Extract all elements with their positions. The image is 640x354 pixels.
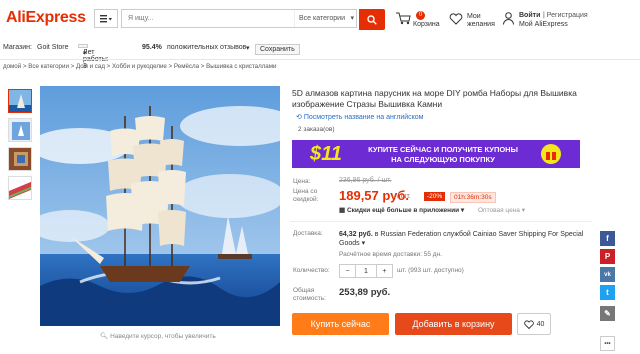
heart-icon[interactable] (449, 13, 463, 27)
chevron-down-icon: ▾ (350, 15, 354, 22)
wishlist-label-2: желания (467, 21, 495, 28)
translate-link[interactable]: ⟲ Посмотреть название на английском (296, 113, 424, 121)
header: AliExpress Все категории ▾ 0 Корзина Мои… (0, 0, 640, 38)
chevron-down-icon: ▾ (459, 207, 465, 214)
wholesale-label: Оптовая цена (478, 207, 520, 214)
wishlist-label-1: Мои (467, 13, 481, 20)
old-price: 236,96 руб. / шт. (339, 177, 392, 184)
hamburger-icon (100, 14, 112, 22)
orders-count: 2 заказа(ов) (298, 126, 335, 133)
wishlist-count: 40 (536, 320, 545, 328)
store-rating: 95.4% (142, 44, 162, 51)
quantity-stepper: − 1 + (339, 264, 393, 278)
thumbnail-2[interactable] (8, 118, 32, 142)
total-label: Общая стоимость: (293, 287, 326, 302)
discount-badge: -20% (424, 192, 446, 201)
cart-count-badge: 0 (416, 11, 426, 20)
chevron-down-icon: ▾ (83, 50, 87, 57)
twitter-share-icon[interactable]: t (600, 285, 615, 300)
save-store-button[interactable]: Сохранить (255, 44, 300, 55)
thumbnail-3[interactable] (8, 147, 32, 171)
categories-menu-button[interactable] (94, 9, 118, 28)
shipping-info[interactable]: 64,32 руб. в Russian Federation службой … (339, 230, 589, 248)
breadcrumb[interactable]: домой > Все категории > Дом и сад > Хобб… (3, 63, 276, 70)
quantity-increase-button[interactable]: + (377, 265, 392, 277)
facebook-share-icon[interactable]: f (600, 231, 615, 246)
header-divider (0, 59, 640, 60)
delivery-time: Расчётное время доставки: 55 дн. (339, 251, 442, 258)
promo-text: КУПИТЕ СЕЙЧАС И ПОЛУЧИТЕ КУПОНЫ НА СЛЕДУ… (368, 145, 518, 164)
wishlist-button[interactable]: 40 (517, 313, 551, 335)
product-title: 5D алмазов картина парусник на море DIY … (292, 88, 577, 109)
buy-now-button[interactable]: Купить сейчас (292, 313, 389, 335)
search-category-label: Все категории (299, 15, 345, 22)
pinterest-share-icon[interactable]: P (600, 249, 615, 264)
my-aliexpress-link[interactable]: Мой AliExpress (519, 21, 568, 28)
quantity-input[interactable]: 1 (355, 265, 377, 277)
qr-icon: ▦ (339, 207, 347, 214)
search-icon (367, 14, 377, 25)
register-label: Регистрация (546, 12, 588, 19)
chevron-down-icon: ▾ (519, 207, 525, 214)
app-discount-label: Скидки ещё больше в приложении (346, 207, 460, 214)
discount-price-label: Цена со скидкой: (293, 188, 319, 203)
search-category-select[interactable]: Все категории ▾ (294, 10, 358, 27)
price-label: Цена: (293, 178, 311, 185)
shipping-text: в Russian Federation службой Cainiao Sav… (339, 231, 584, 247)
shipping-price: 64,32 руб. (339, 231, 373, 238)
store-bar: Магазин: Goit Store Лет работы: 3 ▾ 95.4… (0, 40, 640, 70)
chevron-down-icon: ▾ (361, 240, 366, 247)
quantity-label: Количество: (293, 267, 330, 274)
shipping-label: Доставка: (293, 230, 323, 237)
countdown-timer: 01h:36m:30s (450, 192, 496, 203)
cart-label[interactable]: Корзина (413, 21, 440, 28)
chevron-down-icon: ▾ (246, 45, 250, 52)
wishlist-link[interactable]: Мои желания (467, 13, 495, 29)
store-rating-text: положительных отзывов (167, 44, 247, 51)
thumbnail-4[interactable] (8, 176, 32, 200)
store-label: Магазин: (3, 44, 32, 51)
quantity-available: шт. (993 шт. доступно) (397, 267, 464, 274)
translate-label: Посмотреть название на английском (303, 114, 424, 121)
user-icon[interactable] (503, 12, 514, 27)
heart-icon (523, 319, 534, 329)
search-button[interactable] (359, 9, 385, 30)
store-years-badge: Лет работы: 3 ▾ (78, 44, 109, 70)
register-link[interactable]: | Регистрация (543, 12, 588, 19)
quantity-decrease-button[interactable]: − (340, 265, 355, 277)
gift-icon (541, 144, 561, 164)
search-icon: 🔍︎ (100, 333, 111, 340)
main-product-image[interactable] (40, 86, 280, 326)
zoom-hint: 🔍︎ Наведите курсор, чтобы увеличить (100, 332, 216, 340)
zoom-hint-text: Наведите курсор, чтобы увеличить (110, 333, 216, 340)
more-icon[interactable]: ••• (600, 336, 615, 351)
promo-amount: $11 (310, 143, 342, 165)
search-input[interactable] (122, 10, 282, 27)
login-link[interactable]: Войти (519, 12, 540, 19)
divider (290, 221, 592, 222)
total-price: 253,89 руб. (339, 287, 391, 298)
per-unit: / шт. (397, 193, 411, 200)
wholesale-price-link[interactable]: Оптовая цена ▾ (478, 206, 525, 214)
cart-icon[interactable] (395, 12, 411, 27)
translate-icon: ⟲ (296, 114, 304, 121)
add-to-cart-button[interactable]: Добавить в корзину (395, 313, 512, 335)
store-name[interactable]: Goit Store (37, 44, 69, 51)
coupon-promo-banner[interactable]: $11 КУПИТЕ СЕЙЧАС И ПОЛУЧИТЕ КУПОНЫ НА С… (292, 140, 580, 168)
search-box: Все категории ▾ (121, 9, 357, 28)
thumbnail-1[interactable] (8, 89, 32, 113)
aliexpress-logo[interactable]: AliExpress (6, 9, 86, 27)
app-discount-link[interactable]: ▦ Скидки ещё больше в приложении ▾ (339, 206, 464, 214)
edit-icon[interactable]: ✎ (600, 306, 615, 321)
vk-share-icon[interactable]: vk (600, 267, 615, 282)
